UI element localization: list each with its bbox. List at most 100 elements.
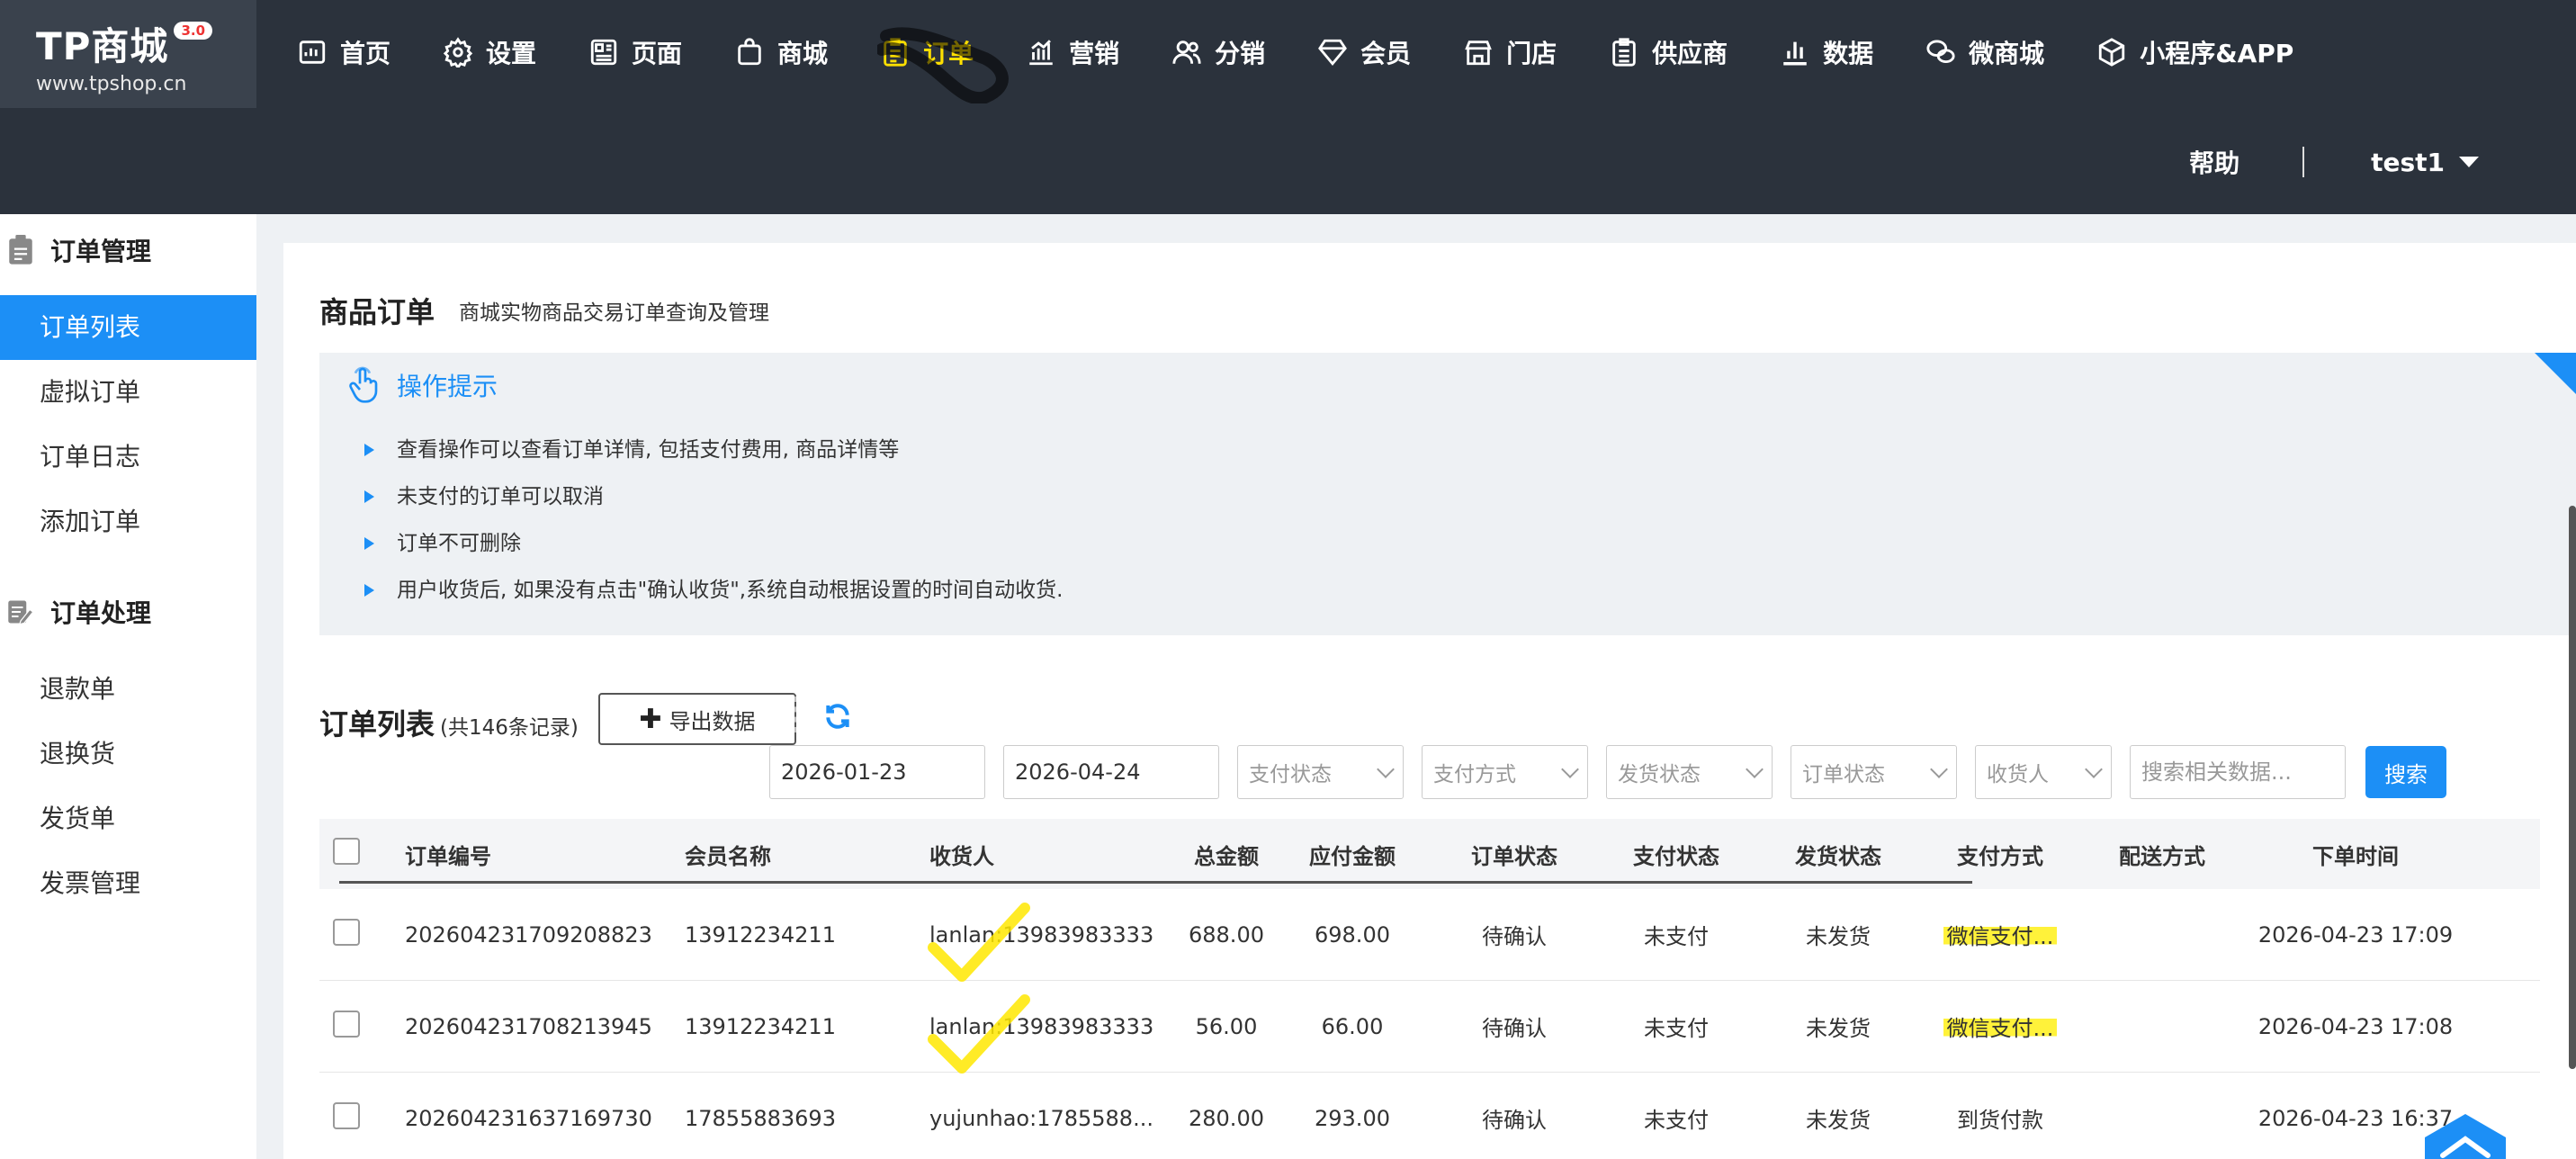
tips-panel: 操作提示 查看操作可以查看订单详情, 包括支付费用, 商品详情等 未支付的订单可…: [319, 353, 2576, 635]
chevron-down-icon: [1561, 760, 1579, 778]
column-header[interactable]: 总金额: [1181, 839, 1271, 870]
shopping-bag-icon: [734, 37, 765, 67]
pay-method-select[interactable]: 支付方式: [1422, 745, 1588, 799]
ship-status: 未发货: [1806, 924, 1871, 949]
end-date-input[interactable]: [1003, 745, 1219, 799]
search-input[interactable]: [2130, 745, 2346, 799]
logo[interactable]: TP商城 3.0 www.tpshop.cn: [0, 0, 256, 108]
member-name: 13912234211: [685, 1013, 836, 1039]
nav-label: 商城: [777, 39, 829, 68]
order-time: 2026-04-23 17:08: [2257, 1013, 2454, 1039]
pay-method: 微信支付...: [1943, 924, 2058, 949]
order-list-title: 订单列表 (共146条记录): [319, 702, 579, 743]
table-row[interactable]: 202604231709208823 13912234211 lanlan:13…: [319, 889, 2540, 982]
nav-item-home[interactable]: 首页: [297, 34, 390, 70]
nav-item-distribution[interactable]: 分销: [1171, 34, 1265, 70]
chevron-down-icon: [2085, 760, 2103, 778]
table-row[interactable]: 202604231708213945 13912234211 lanlan:13…: [319, 981, 2540, 1074]
help-link[interactable]: 帮助: [2189, 144, 2239, 180]
nav-item-marketing[interactable]: 营销: [1026, 34, 1119, 70]
floating-helper-icon[interactable]: [2420, 1112, 2510, 1159]
row-checkbox[interactable]: [333, 1010, 360, 1038]
table-row[interactable]: 202604231637169730 17855883693 yujunhao:…: [319, 1073, 2540, 1159]
order-status-select[interactable]: 订单状态: [1791, 745, 1957, 799]
nav-item-suppliers[interactable]: 供应商: [1609, 34, 1728, 70]
sidebar-item-refunds[interactable]: 退款单: [0, 657, 256, 722]
filter-bar: 支付状态 支付方式 发货状态 订单状态 收货人 搜索: [769, 745, 2446, 799]
sidebar-item-invoices[interactable]: 发票管理: [0, 851, 256, 916]
row-checkbox[interactable]: [333, 1101, 360, 1129]
select-all-checkbox[interactable]: [333, 838, 360, 865]
receiver-cell: lanlan:13983983333: [928, 902, 1181, 982]
store-icon: [1463, 37, 1494, 67]
nav-item-members[interactable]: 会员: [1317, 34, 1411, 70]
nav-label: 小程序&APP: [2140, 39, 2294, 68]
nav-item-mall[interactable]: 商城: [734, 34, 828, 70]
select-all-cell: [319, 838, 405, 870]
receiver: yujunhao:1785588...: [929, 1105, 1153, 1131]
ship-status: 未发货: [1806, 1108, 1871, 1133]
refresh-icon[interactable]: [823, 702, 852, 731]
annotation-underline: [339, 881, 1972, 884]
nav-label: 会员: [1360, 39, 1412, 68]
ship-status-select[interactable]: 发货状态: [1606, 745, 1773, 799]
top-right-bar: 帮助 test1: [2189, 135, 2576, 189]
nav-item-data[interactable]: 数据: [1780, 34, 1873, 70]
column-header[interactable]: 应付金额: [1271, 839, 1433, 870]
column-header[interactable]: 配送方式: [2081, 839, 2243, 870]
tips-list: 查看操作可以查看订单详情, 包括支付费用, 商品详情等 未支付的订单可以取消 订…: [361, 427, 1063, 614]
main-nav: 首页 设置 页面 商城 订单 营销 分销 会员 门店 供应商 数据 微商城 小程…: [297, 25, 2346, 79]
logo-title: TP商城: [36, 24, 169, 68]
clipboard-icon: [7, 235, 34, 265]
sidebar-group-title: 订单管理: [50, 237, 152, 266]
column-header[interactable]: 收货人: [929, 839, 1181, 870]
pay-status-select[interactable]: 支付状态: [1237, 745, 1404, 799]
supplier-list-icon: [1609, 37, 1639, 67]
sidebar-item-virtual-orders[interactable]: 虚拟订单: [0, 360, 256, 425]
column-header[interactable]: 支付状态: [1595, 839, 1757, 870]
column-header[interactable]: 订单状态: [1433, 839, 1595, 870]
annotation-scribble: [877, 27, 1009, 103]
sidebar-item-returns[interactable]: 退换货: [0, 722, 256, 786]
payable-amount: 293.00: [1315, 1105, 1390, 1131]
nav-label: 营销: [1069, 39, 1120, 68]
user-menu[interactable]: test1: [2371, 148, 2479, 177]
collapse-corner-tag[interactable]: [2535, 353, 2576, 394]
order-time: 2026-04-23 17:09: [2257, 921, 2454, 948]
total-amount: 688.00: [1189, 921, 1264, 948]
sidebar-group-order-processing: 订单处理: [0, 567, 256, 657]
sidebar-item-shipments[interactable]: 发货单: [0, 786, 256, 851]
sidebar-item-add-order[interactable]: 添加订单: [0, 490, 256, 554]
receiver: lanlan:13983983333: [929, 1013, 1154, 1039]
sidebar-item-order-log[interactable]: 订单日志: [0, 425, 256, 490]
tips-header[interactable]: 操作提示: [346, 365, 498, 405]
column-header[interactable]: 发货状态: [1757, 839, 1919, 870]
payable-amount: 66.00: [1321, 1013, 1384, 1039]
row-checkbox[interactable]: [333, 918, 360, 946]
nav-item-pages[interactable]: 页面: [588, 34, 682, 70]
chevron-down-icon: [1746, 760, 1764, 778]
sidebar-item-order-list[interactable]: 订单列表: [0, 295, 256, 360]
nav-item-wechat-mall[interactable]: 微商城: [1925, 34, 2044, 70]
search-button[interactable]: 搜索: [2365, 746, 2446, 798]
column-header[interactable]: 支付方式: [1919, 839, 2081, 870]
receiver-cell: lanlan:13983983333: [928, 993, 1181, 1074]
export-data-button[interactable]: ✚ 导出数据: [598, 693, 796, 745]
row-select-cell: [319, 1010, 405, 1043]
divider: [794, 696, 796, 732]
receiver: lanlan:13983983333: [929, 921, 1154, 948]
scrollbar[interactable]: [2569, 506, 2576, 1069]
order-status: 待确认: [1482, 924, 1547, 949]
nav-item-stores[interactable]: 门店: [1463, 34, 1557, 70]
column-header[interactable]: 会员名称: [685, 839, 929, 870]
start-date-input[interactable]: [769, 745, 985, 799]
nav-item-settings[interactable]: 设置: [443, 34, 536, 70]
receiver-select[interactable]: 收货人: [1975, 745, 2112, 799]
username: test1: [2371, 147, 2445, 177]
total-amount: 280.00: [1189, 1105, 1264, 1131]
nav-item-miniapp[interactable]: 小程序&APP: [2096, 34, 2293, 70]
column-header[interactable]: 下单时间: [2243, 839, 2468, 870]
nav-label: 设置: [486, 39, 537, 68]
hand-pointer-icon: [349, 366, 378, 403]
column-header[interactable]: 订单编号: [405, 839, 685, 870]
